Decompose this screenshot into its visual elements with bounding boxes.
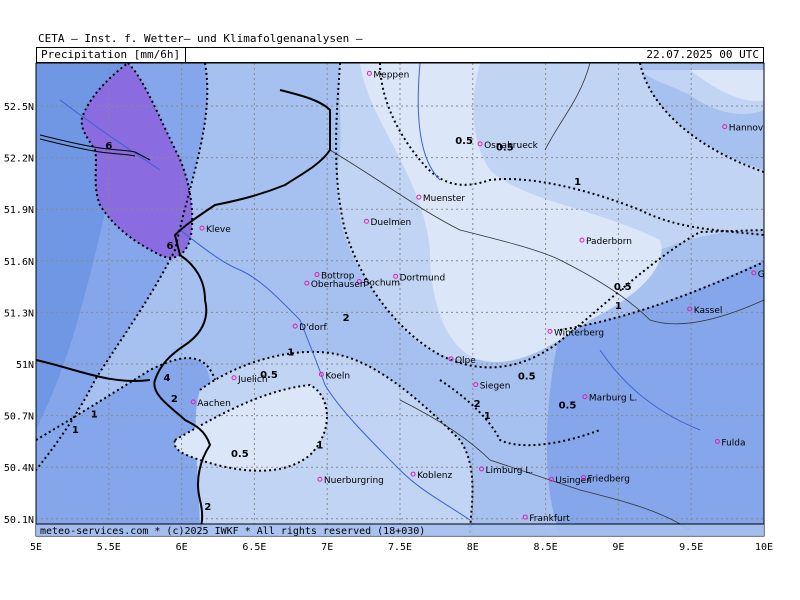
lat-tick-label: 50.7N bbox=[4, 412, 34, 423]
contour-label: 1 bbox=[91, 409, 98, 420]
lat-tick-label: 52.2N bbox=[4, 154, 34, 165]
lat-tick-label: 52.5N bbox=[4, 102, 34, 113]
city-label: Muenster bbox=[423, 194, 465, 204]
contour-label: 2 bbox=[474, 399, 481, 410]
lon-tick-label: 8E bbox=[467, 542, 479, 553]
city-label: Marburg L. bbox=[589, 394, 637, 404]
city-label: Bochum bbox=[363, 278, 400, 288]
contour-label: 0.5 bbox=[260, 370, 278, 381]
contour-label: 1 bbox=[484, 411, 491, 422]
city-label: Friedberg bbox=[587, 475, 629, 485]
contour-label: 2 bbox=[171, 394, 178, 405]
lon-tick-label: 8.5E bbox=[534, 542, 558, 553]
precipitation-map: MeppenOsnabrueckHannoverMuensterKleveDue… bbox=[4, 62, 773, 553]
city-label: Frankfurt bbox=[529, 514, 570, 524]
lon-tick-label: 7E bbox=[321, 542, 333, 553]
lon-tick-label: 10E bbox=[755, 542, 773, 553]
contour-label: 2 bbox=[343, 313, 350, 324]
city-label: Limburg L. bbox=[486, 466, 534, 476]
contour-label: 1 bbox=[316, 440, 323, 451]
city-label: Hannover bbox=[729, 124, 773, 134]
contour-label: 6 bbox=[166, 241, 173, 252]
map-field: MeppenOsnabrueckHannoverMuensterKleveDue… bbox=[36, 63, 773, 536]
lon-tick-label: 5.5E bbox=[97, 542, 121, 553]
lat-tick-label: 51.3N bbox=[4, 308, 34, 319]
contour-label: 0.5 bbox=[496, 143, 514, 154]
city-label: Koblenz bbox=[417, 471, 452, 481]
contour-label: 2 bbox=[204, 502, 211, 513]
city-label: Usingen bbox=[555, 476, 591, 486]
lat-tick-label: 51.9N bbox=[4, 205, 34, 216]
city-label: Nuerburgring bbox=[324, 476, 384, 486]
footer-credit: meteo-services.com * (c)2025 IWKF * All … bbox=[40, 526, 425, 537]
city-label: Siegen bbox=[480, 382, 511, 392]
contour-label: 0.5 bbox=[231, 449, 249, 460]
contour-label: 1 bbox=[615, 301, 622, 312]
contour-label: 0.5 bbox=[614, 282, 632, 293]
lon-tick-label: 9E bbox=[612, 542, 624, 553]
contour-label: 6 bbox=[105, 141, 112, 152]
city-label: Meppen bbox=[373, 70, 409, 80]
contour-label: 4 bbox=[164, 373, 171, 384]
city-label: Duelmen bbox=[371, 218, 412, 228]
contour-label: 1 bbox=[574, 177, 581, 188]
contour-label: 1 bbox=[287, 347, 294, 358]
city-label: Aachen bbox=[197, 399, 231, 409]
lon-tick-label: 9.5E bbox=[679, 542, 703, 553]
contour-label: 0.5 bbox=[455, 136, 473, 147]
city-label: Fulda bbox=[721, 438, 745, 448]
lon-tick-label: 7.5E bbox=[388, 542, 412, 553]
city-label: Olpe bbox=[455, 356, 476, 366]
lat-tick-label: 51N bbox=[16, 360, 34, 371]
lon-tick-label: 6E bbox=[176, 542, 188, 553]
city-label: Winterberg bbox=[554, 328, 604, 338]
lon-tick-label: 6.5E bbox=[242, 542, 266, 553]
city-label: Oberhausen bbox=[311, 280, 366, 290]
city-label: Dortmund bbox=[400, 273, 446, 283]
city-label: Kassel bbox=[694, 306, 723, 316]
contour-label: 0.5 bbox=[559, 401, 577, 412]
contour-label: 1 bbox=[72, 425, 79, 436]
lat-tick-label: 50.4N bbox=[4, 463, 34, 474]
lon-tick-label: 5E bbox=[30, 542, 42, 553]
city-label: Kleve bbox=[206, 225, 231, 235]
city-label: D'dorf bbox=[299, 323, 327, 333]
lat-tick-label: 51.6N bbox=[4, 257, 34, 268]
lat-tick-label: 50.1N bbox=[4, 515, 34, 526]
city-label: Paderborn bbox=[586, 237, 632, 247]
contour-label: 0.5 bbox=[518, 371, 536, 382]
city-label: Koeln bbox=[325, 371, 350, 381]
